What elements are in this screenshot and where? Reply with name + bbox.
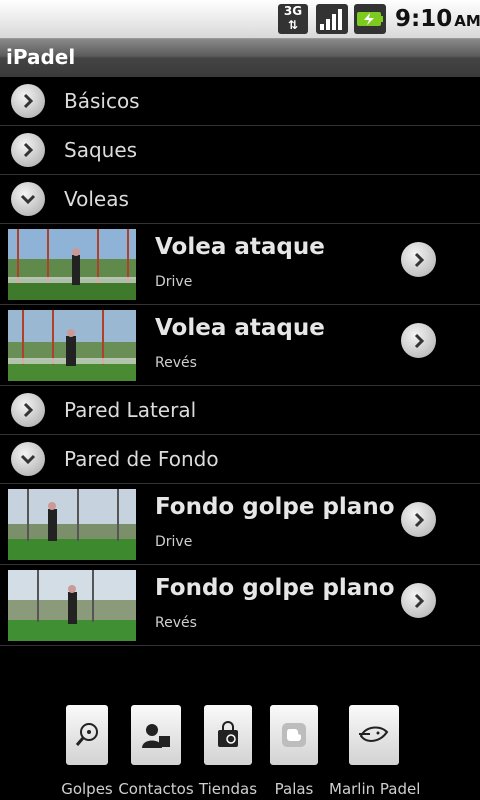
item-title: Fondo golpe plano [155,575,395,601]
tab-tiendas[interactable]: Tiendas [199,705,257,800]
tab-label: Palas [274,780,314,798]
item-subtitle: Drive [155,274,193,290]
section-pared-de-fondo[interactable]: Pared de Fondo [0,435,480,484]
section-basicos[interactable]: Básicos [0,77,480,126]
item-subtitle: Revés [155,615,197,631]
technique-list: Básicos Saques Voleas Volea ataque Drive [0,77,480,646]
section-label: Pared Lateral [64,398,197,422]
section-saques[interactable]: Saques [0,126,480,175]
video-thumbnail [8,310,136,381]
section-label: Básicos [64,89,140,113]
clock: 9:10 AM [395,6,480,32]
item-subtitle: Revés [155,355,197,371]
status-bar: 3G ⇅ 9:10 AM [0,0,480,39]
section-label: Pared de Fondo [64,447,219,471]
section-label: Voleas [64,187,129,211]
chevron-down-icon [11,182,45,216]
title-bar: iPadel [0,39,480,77]
video-thumbnail [8,489,136,560]
tab-palas[interactable]: Palas [270,705,318,800]
tab-label: Marlin Padel [329,780,421,798]
list-item[interactable]: Volea ataque Revés [0,305,480,386]
list-item[interactable]: Fondo golpe plano Revés [0,565,480,646]
chevron-right-icon [11,133,45,167]
bottom-tab-bar: Golpes Contactos Tiendas Palas Marlin Pa… [0,700,480,800]
tab-golpes[interactable]: Golpes [61,705,113,800]
3g-data-icon: 3G ⇅ [278,4,308,34]
signal-icon [316,4,348,34]
section-voleas[interactable]: Voleas [0,175,480,224]
item-title: Volea ataque [155,234,325,260]
blogger-icon [270,705,318,765]
chevron-right-icon[interactable] [401,502,436,537]
chevron-down-icon [11,442,45,476]
item-title: Volea ataque [155,315,325,341]
video-thumbnail [8,229,136,300]
chevron-right-icon[interactable] [401,583,436,618]
clock-ampm: AM [454,12,480,30]
tab-contactos[interactable]: Contactos [118,705,194,800]
list-item[interactable]: Fondo golpe plano Drive [0,484,480,565]
section-label: Saques [64,138,138,162]
battery-charging-icon [354,4,386,34]
section-pared-lateral[interactable]: Pared Lateral [0,386,480,435]
app-title: iPadel [6,45,76,69]
chevron-right-icon[interactable] [401,323,436,358]
racket-icon [66,705,108,765]
network-type: 3G [283,4,303,18]
marlin-icon [349,705,399,765]
clock-time: 9:10 [395,6,453,32]
list-item[interactable]: Volea ataque Drive [0,224,480,305]
item-title: Fondo golpe plano [155,494,395,520]
chevron-right-icon [11,84,45,118]
chevron-right-icon[interactable] [401,242,436,277]
contacts-icon [131,705,181,765]
shopping-bag-icon [204,705,252,765]
video-thumbnail [8,570,136,641]
item-subtitle: Drive [155,534,193,550]
tab-marlin-padel[interactable]: Marlin Padel [329,705,420,800]
chevron-right-icon [11,393,45,427]
